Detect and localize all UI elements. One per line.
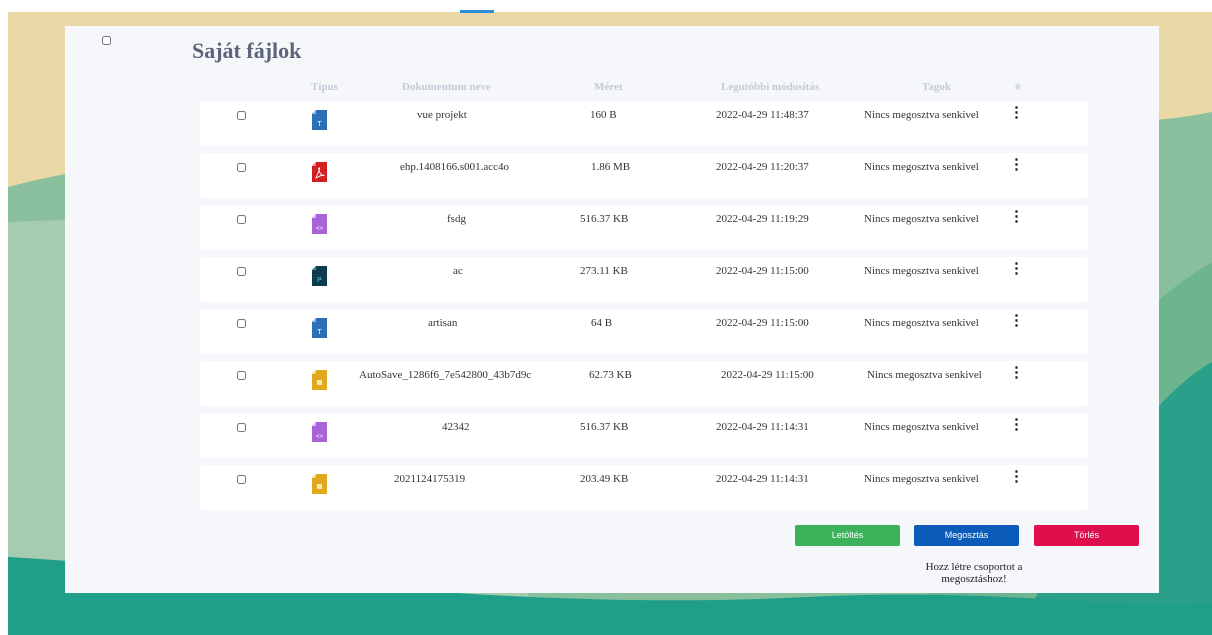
file-modified: 2022-04-29 11:14:31 [716, 473, 809, 485]
file-size: 516.37 KB [580, 421, 629, 433]
more-options-icon[interactable]: ⋮ [1009, 158, 1024, 174]
file-name[interactable]: vue projekt [417, 109, 467, 121]
more-options-icon[interactable]: ⋮ [1009, 366, 1024, 382]
file-name[interactable]: ehp.1408166.s001.acc4o [400, 161, 509, 173]
header-type: Típus [311, 81, 338, 93]
table-row[interactable]: AutoSave_1286f6_7e542800_43b7d9c 62.73 K… [200, 361, 1088, 406]
code-file-icon: <> [312, 214, 327, 234]
file-members: Nincs megosztva senkivel [864, 421, 979, 433]
download-button[interactable]: Letöltés [795, 525, 900, 546]
more-options-icon[interactable]: ⋮ [1009, 106, 1024, 122]
file-modified: 2022-04-29 11:48:37 [716, 109, 809, 121]
file-modified: 2022-04-29 11:15:00 [721, 369, 814, 381]
table-row[interactable]: 2021124175319 203.49 KB 2022-04-29 11:14… [200, 465, 1088, 510]
file-members: Nincs megosztva senkivel [867, 369, 982, 381]
row-checkbox[interactable] [237, 319, 246, 328]
file-name[interactable]: artisan [428, 317, 457, 329]
more-options-icon[interactable]: ⋮ [1009, 470, 1024, 486]
header-members: Tagok [922, 81, 951, 93]
svg-text:P: P [317, 277, 322, 284]
file-members: Nincs megosztva senkivel [864, 109, 979, 121]
share-button[interactable]: Megosztás [914, 525, 1019, 546]
pdf-file-icon [312, 162, 327, 182]
share-hint: Hozz létre csoportot a megosztáshoz! [925, 561, 1023, 585]
more-options-icon[interactable]: ⋮ [1009, 210, 1024, 226]
file-members: Nincs megosztva senkivel [864, 161, 979, 173]
file-modified: 2022-04-29 11:15:00 [716, 265, 809, 277]
file-name[interactable]: 42342 [442, 421, 470, 433]
header-modified: Legutóbbi módosítás [721, 81, 820, 93]
select-all-checkbox[interactable] [102, 36, 111, 45]
file-name[interactable]: 2021124175319 [394, 473, 465, 485]
file-modified: 2022-04-29 11:14:31 [716, 421, 809, 433]
page-title: Saját fájlok [192, 38, 302, 63]
file-members: Nincs megosztva senkivel [864, 213, 979, 225]
table-row[interactable]: ehp.1408166.s001.acc4o 1.86 MB 2022-04-2… [200, 153, 1088, 198]
file-modified: 2022-04-29 11:20:37 [716, 161, 809, 173]
top-accent-bar [460, 10, 494, 13]
file-name[interactable]: fsdg [447, 213, 466, 225]
row-checkbox[interactable] [237, 371, 246, 380]
more-options-icon[interactable]: ⋮ [1009, 418, 1024, 434]
file-members: Nincs megosztva senkivel [864, 473, 979, 485]
row-checkbox[interactable] [237, 423, 246, 432]
more-options-icon[interactable]: ⋮ [1009, 262, 1024, 278]
more-options-icon[interactable]: ⋮ [1009, 314, 1024, 330]
archive-file-icon [312, 370, 327, 390]
code-file-icon: <> [312, 422, 327, 442]
text-file-icon: T [312, 110, 327, 130]
row-checkbox[interactable] [237, 215, 246, 224]
file-size: 273.11 KB [580, 265, 628, 277]
delete-button[interactable]: Törlés [1034, 525, 1139, 546]
file-modified: 2022-04-29 11:15:00 [716, 317, 809, 329]
file-name[interactable]: ac [453, 265, 463, 277]
file-size: 62.73 KB [589, 369, 632, 381]
table-row[interactable]: <> 42342 516.37 KB 2022-04-29 11:14:31 N… [200, 413, 1088, 458]
table-row[interactable]: <> fsdg 516.37 KB 2022-04-29 11:19:29 Ni… [200, 205, 1088, 250]
file-size: 1.86 MB [591, 161, 631, 173]
file-members: Nincs megosztva senkivel [864, 265, 979, 277]
svg-text:<>: <> [316, 226, 324, 232]
header-size: Méret [594, 81, 623, 93]
table-row[interactable]: P ac 273.11 KB 2022-04-29 11:15:00 Nincs… [200, 257, 1088, 302]
table-row[interactable]: T vue projekt 160 B 2022-04-29 11:48:37 … [200, 101, 1088, 146]
svg-text:T: T [317, 121, 322, 128]
file-panel: Saját fájlok Típus Dokumentum neve Méret… [65, 26, 1159, 593]
row-checkbox[interactable] [237, 475, 246, 484]
file-size: 64 B [591, 317, 613, 329]
row-checkbox[interactable] [237, 267, 246, 276]
file-modified: 2022-04-29 11:19:29 [716, 213, 809, 225]
header-index: # [1015, 81, 1021, 93]
photoshop-file-icon: P [312, 266, 327, 286]
file-size: 203.49 KB [580, 473, 629, 485]
svg-text:<>: <> [316, 434, 324, 440]
table-row[interactable]: T artisan 64 B 2022-04-29 11:15:00 Nincs… [200, 309, 1088, 354]
file-size: 160 B [590, 109, 617, 121]
file-size: 516.37 KB [580, 213, 629, 225]
file-name[interactable]: AutoSave_1286f6_7e542800_43b7d9c [359, 369, 531, 381]
text-file-icon: T [312, 318, 327, 338]
file-members: Nincs megosztva senkivel [864, 317, 979, 329]
row-checkbox[interactable] [237, 163, 246, 172]
row-checkbox[interactable] [237, 111, 246, 120]
archive-file-icon [312, 474, 327, 494]
header-name: Dokumentum neve [402, 81, 491, 93]
svg-text:T: T [317, 329, 322, 336]
